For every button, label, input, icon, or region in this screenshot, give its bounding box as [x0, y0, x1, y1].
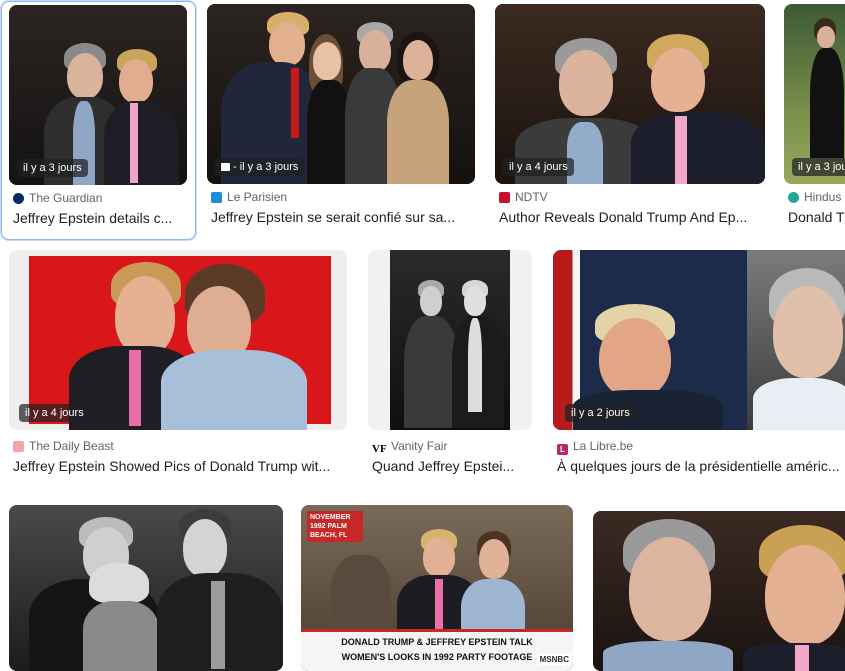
time-badge: il y a 2 jours: [565, 404, 636, 422]
le-parisien-favicon-icon: [211, 192, 222, 203]
source-label[interactable]: Le Parisien: [211, 190, 477, 206]
la-libre-favicon-icon: L: [557, 444, 568, 455]
image-result-card[interactable]: il y a 2 jours L La Libre.be À quelques j…: [551, 250, 845, 482]
source-label[interactable]: NDTV: [499, 190, 765, 206]
result-title[interactable]: Jeffrey Epstein Showed Pics of Donald Tr…: [13, 458, 345, 474]
source-name: The Daily Beast: [29, 439, 114, 453]
photo-hair: [89, 563, 149, 603]
date-tag: NOVEMBER 1992 PALM BEACH, FL: [307, 511, 363, 542]
photo-suit: [104, 101, 179, 185]
photo-face: [464, 286, 486, 316]
source-name: La Libre.be: [573, 439, 634, 453]
result-title[interactable]: Jeffrey Epstein se serait confié sur sa.…: [211, 209, 473, 225]
image-thumbnail[interactable]: il y a 3 jours: [784, 4, 845, 184]
caption-line-1: DONALD TRUMP & JEFFREY EPSTEIN TALK: [341, 637, 533, 647]
source-label[interactable]: The Daily Beast: [13, 439, 343, 455]
vanity-fair-favicon-icon: VF: [372, 443, 387, 455]
photo-face: [765, 545, 845, 645]
result-title[interactable]: À quelques jours de la présidentielle am…: [557, 458, 843, 474]
image-icon: [221, 163, 230, 171]
photo-face: [559, 50, 613, 116]
photo-face: [269, 22, 305, 66]
source-name: Hindus: [804, 190, 842, 204]
photo-face: [651, 48, 705, 112]
result-title[interactable]: Jeffrey Epstein details c...: [13, 210, 189, 226]
photo-top: [387, 80, 449, 184]
image-result-card[interactable]: il y a 4 jours NDTV Author Reveals Donal…: [494, 1, 769, 238]
source-label[interactable]: L La Libre.be: [557, 439, 843, 455]
photo-face: [119, 59, 153, 103]
source-label[interactable]: VF Vanity Fair: [372, 439, 532, 455]
news-caption: DONALD TRUMP & JEFFREY EPSTEIN TALK WOME…: [301, 629, 573, 671]
photo-tie: [291, 68, 299, 138]
source-name: Vanity Fair: [391, 439, 448, 453]
photo-face: [423, 537, 455, 577]
photo-face: [599, 318, 671, 398]
photo-child: [83, 601, 159, 671]
image-result-card[interactable]: VF Vanity Fair Quand Jeffrey Epstei...: [366, 250, 538, 482]
daily-beast-favicon-icon: [13, 441, 24, 452]
result-title[interactable]: Quand Jeffrey Epstei...: [372, 458, 532, 474]
photo-face: [403, 40, 433, 80]
photo-face: [817, 26, 835, 48]
image-thumbnail[interactable]: [9, 505, 283, 671]
photo-face: [67, 53, 103, 99]
photo-face: [773, 286, 843, 378]
image-result-card[interactable]: il y a 3 jours Hindus Donald T: [782, 1, 845, 238]
image-result-card[interactable]: il y a 4 jours The Daily Beast Jeffrey E…: [7, 250, 350, 482]
ndtv-favicon-icon: [499, 192, 510, 203]
image-thumbnail[interactable]: - il y a 3 jours: [207, 4, 475, 184]
msnbc-logo: MSNBC: [537, 654, 571, 665]
time-badge: il y a 3 jours: [17, 159, 88, 177]
photo-tie: [130, 103, 138, 183]
image-result-card[interactable]: NOVEMBER 1992 PALM BEACH, FL DONALD TRUM…: [299, 499, 577, 671]
image-thumbnail[interactable]: [368, 250, 532, 430]
photo-face: [359, 30, 391, 72]
photo-face: [629, 537, 711, 641]
photo-suit: [404, 316, 458, 428]
photo-tie: [211, 581, 225, 669]
source-label[interactable]: Hindus: [788, 190, 845, 206]
source-name: The Guardian: [29, 191, 103, 205]
photo-face: [420, 286, 442, 316]
photo-suit: [631, 112, 765, 184]
photo-tie: [129, 350, 141, 426]
image-result-card[interactable]: - il y a 3 jours Le Parisien Jeffrey Eps…: [205, 1, 480, 238]
source-name: NDTV: [515, 190, 548, 204]
time-badge: il y a 3 jours: [792, 158, 845, 176]
caption-line-2: WOMEN'S LOOKS IN 1992 PARTY FOOTAGE: [341, 652, 533, 662]
result-title[interactable]: Donald T: [788, 209, 845, 225]
time-text: - il y a 3 jours: [233, 161, 299, 173]
image-thumbnail[interactable]: il y a 4 jours: [9, 250, 347, 430]
photo-dress: [810, 48, 844, 158]
photo-face: [479, 539, 509, 579]
photo-tie: [675, 116, 687, 184]
photo-face: [183, 519, 227, 577]
photo-tie: [795, 645, 809, 671]
image-result-card[interactable]: il y a 3 jours The Guardian Jeffrey Epst…: [1, 1, 196, 240]
time-badge: - il y a 3 jours: [215, 158, 305, 176]
photo-shirt: [753, 378, 845, 430]
photo-face: [115, 276, 175, 356]
image-thumbnail[interactable]: il y a 2 jours: [553, 250, 845, 430]
image-result-card[interactable]: [591, 499, 845, 671]
photo-shirt: [161, 350, 307, 430]
time-badge: il y a 4 jours: [503, 158, 574, 176]
source-name: Le Parisien: [227, 190, 288, 204]
image-thumbnail[interactable]: [593, 511, 845, 671]
hindustan-favicon-icon: [788, 192, 799, 203]
image-thumbnail[interactable]: NOVEMBER 1992 PALM BEACH, FL DONALD TRUM…: [301, 505, 573, 671]
photo-shirt: [468, 318, 482, 412]
photo-face: [313, 42, 341, 80]
source-label[interactable]: The Guardian: [13, 191, 191, 207]
guardian-favicon-icon: [13, 193, 24, 204]
time-badge: il y a 4 jours: [19, 404, 90, 422]
image-thumbnail[interactable]: il y a 4 jours: [495, 4, 765, 184]
result-title[interactable]: Author Reveals Donald Trump And Ep...: [499, 209, 761, 225]
image-result-card[interactable]: [7, 499, 285, 671]
image-thumbnail[interactable]: il y a 3 jours: [9, 5, 187, 185]
